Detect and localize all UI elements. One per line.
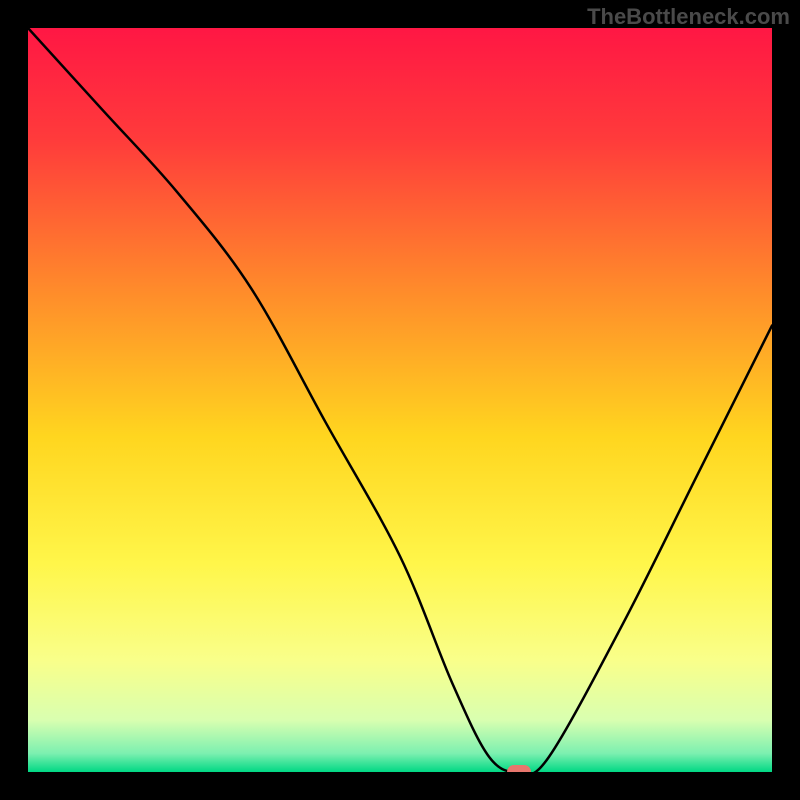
- chart-background: [28, 28, 772, 772]
- watermark-text: TheBottleneck.com: [587, 4, 790, 30]
- chart-plot: [28, 28, 772, 772]
- chart-svg: [28, 28, 772, 772]
- chart-container: TheBottleneck.com: [0, 0, 800, 800]
- chart-marker: [507, 765, 531, 772]
